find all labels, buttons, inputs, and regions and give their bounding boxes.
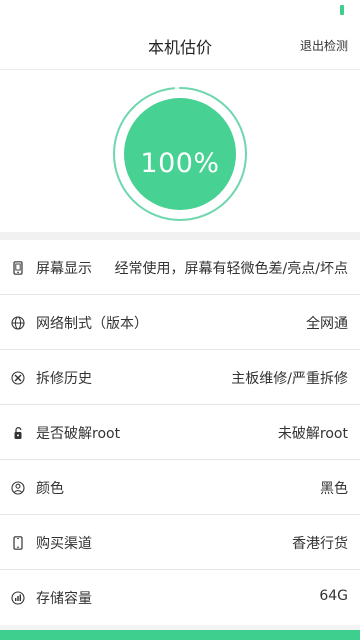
list-item-screen-display[interactable]: 屏幕显示 经常使用，屏幕有轻微色差/亮点/坏点 [0, 240, 360, 295]
phone-icon [11, 535, 25, 550]
section-divider [0, 232, 360, 240]
list-item-purchase-channel[interactable]: 购买渠道 香港行货 [0, 515, 360, 570]
palette-icon [11, 480, 25, 495]
list-item-network[interactable]: 网络制式（版本） 全网通 [0, 295, 360, 350]
status-bar [0, 0, 360, 22]
bottom-action-bar[interactable] [0, 630, 360, 640]
progress-value: 100% [140, 148, 220, 179]
list-item-label: 是否破解root [36, 426, 121, 442]
info-list: 屏幕显示 经常使用，屏幕有轻微色差/亮点/坏点 网络制式（版本） 全网通 拆修历… [0, 240, 360, 625]
list-item-color[interactable]: 颜色 黑色 [0, 460, 360, 515]
battery-icon [340, 5, 344, 15]
list-item-value: 全网通 [306, 316, 348, 332]
list-item-root-status[interactable]: 是否破解root 未破解root [0, 405, 360, 460]
list-item-storage[interactable]: 存储容量 64G [0, 570, 360, 625]
list-item-label: 拆修历史 [36, 371, 92, 387]
list-item-label: 屏幕显示 [36, 261, 92, 277]
list-item-value: 香港行货 [292, 536, 348, 552]
unlock-icon [11, 425, 25, 439]
progress-ring: 100% [112, 86, 248, 226]
list-item-value: 主板维修/严重拆修 [231, 371, 348, 387]
list-item-value: 经常使用，屏幕有轻微色差/亮点/坏点 [114, 261, 348, 277]
list-item-value: 未破解root [277, 426, 348, 442]
list-item-repair-history[interactable]: 拆修历史 主板维修/严重拆修 [0, 350, 360, 405]
list-item-value: 黑色 [320, 481, 348, 497]
header: 本机估价 退出检测 [0, 22, 360, 70]
exit-inspection-button[interactable]: 退出检测 [300, 37, 348, 54]
list-item-label: 存储容量 [36, 591, 92, 607]
list-item-label: 颜色 [36, 481, 64, 497]
globe-icon [11, 315, 25, 330]
list-item-value: 64G [319, 588, 348, 604]
storage-icon [11, 590, 25, 605]
list-item-label: 购买渠道 [36, 536, 92, 552]
progress-section: 100% [0, 70, 360, 232]
list-item-label: 网络制式（版本） [36, 316, 148, 332]
screen-icon [11, 260, 25, 275]
tools-icon [11, 370, 25, 385]
